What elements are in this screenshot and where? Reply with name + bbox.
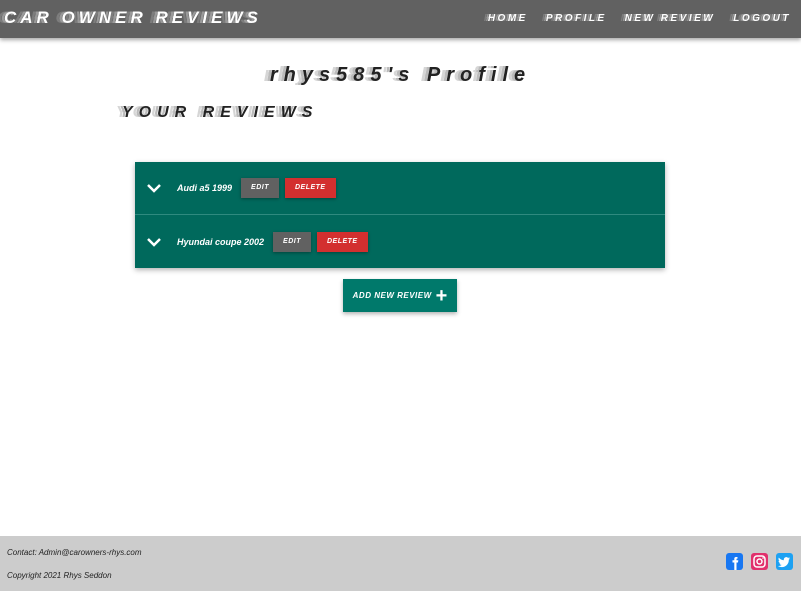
delete-button[interactable]: Delete xyxy=(284,178,336,198)
instagram-icon[interactable] xyxy=(751,553,768,570)
footer-copyright: Copyright 2021 Rhys Seddon xyxy=(7,571,112,580)
footer-contact: Contact: Admin@carowners-rhys.com xyxy=(7,548,142,557)
review-title: Audi a5 1999 xyxy=(177,183,233,193)
chevron-down-icon[interactable] xyxy=(147,181,161,195)
review-title: Hyundai coupe 2002 xyxy=(177,236,265,247)
facebook-icon[interactable] xyxy=(726,553,743,570)
review-row[interactable]: Audi a5 1999 Edit Delete xyxy=(135,162,665,215)
edit-button[interactable]: Edit xyxy=(273,231,311,252)
page-title: rhys585's Profile xyxy=(269,64,532,86)
nav-link-home[interactable]: Home xyxy=(488,13,528,24)
add-new-review-label: Add new review xyxy=(352,291,432,300)
brand-logo[interactable]: Car Owner Reviews xyxy=(4,8,262,28)
social-icons xyxy=(726,553,793,570)
nav-links: Home Profile New Review Logout xyxy=(488,13,791,24)
edit-button[interactable]: Edit xyxy=(241,178,279,198)
plus-icon: + xyxy=(435,284,448,307)
twitter-icon[interactable] xyxy=(776,553,793,570)
footer: Contact: Admin@carowners-rhys.com Copyri… xyxy=(0,536,801,591)
section-title: Your Reviews xyxy=(122,104,319,121)
nav-link-logout[interactable]: Logout xyxy=(733,13,791,24)
nav-link-profile[interactable]: Profile xyxy=(546,13,607,24)
delete-button[interactable]: Delete xyxy=(316,231,368,252)
add-new-review-button[interactable]: Add new review + xyxy=(343,279,457,312)
review-list: Audi a5 1999 Edit Delete Hyundai coupe 2… xyxy=(135,162,665,268)
review-row[interactable]: Hyundai coupe 2002 Edit Delete xyxy=(135,215,665,268)
chevron-down-icon[interactable] xyxy=(147,235,161,249)
navbar: Car Owner Reviews Home Profile New Revie… xyxy=(0,0,801,38)
nav-link-new-review[interactable]: New Review xyxy=(625,13,716,24)
